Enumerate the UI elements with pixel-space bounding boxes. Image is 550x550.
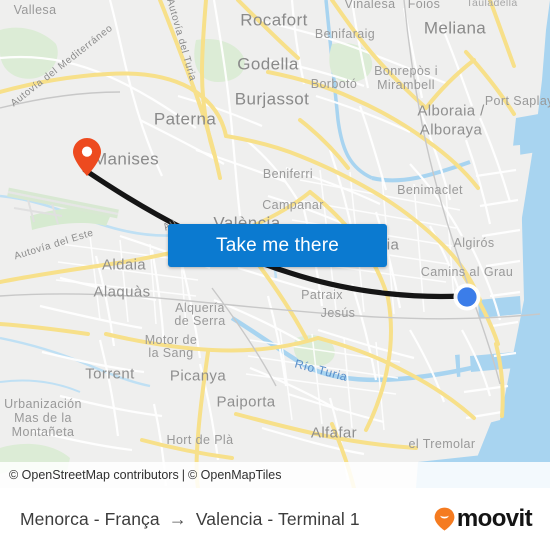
openmaptiles-attribution-link[interactable]: © OpenMapTiles xyxy=(188,468,282,482)
route-origin-label: Menorca - França xyxy=(20,508,160,529)
route-summary: Menorca - França → Valencia - Terminal 1 xyxy=(20,509,360,530)
map-attribution: © OpenStreetMap contributors | © OpenMap… xyxy=(0,462,550,488)
moovit-wordmark: moovit xyxy=(456,505,533,532)
map-canvas[interactable]: Vallesa Rocafort Vinalesa Foios Tauladella Me… xyxy=(0,0,550,488)
route-arrow-icon: → xyxy=(168,508,187,529)
moovit-pin-icon xyxy=(434,507,455,531)
attribution-separator: | xyxy=(181,468,185,482)
destination-dot-icon[interactable] xyxy=(452,282,482,312)
route-destination-label: Valencia - Terminal 1 xyxy=(195,508,360,529)
route-footer: Menorca - França → Valencia - Terminal 1… xyxy=(0,488,550,550)
moovit-route-map-card: Vallesa Rocafort Vinalesa Foios Tauladella Me… xyxy=(0,0,550,550)
osm-attribution-link[interactable]: © OpenStreetMap contributors xyxy=(9,468,179,482)
moovit-logo[interactable]: moovit xyxy=(434,505,533,533)
take-me-there-label: Take me there xyxy=(216,234,339,256)
take-me-there-button[interactable]: Take me there xyxy=(168,224,387,267)
origin-pin-icon[interactable] xyxy=(72,137,102,177)
